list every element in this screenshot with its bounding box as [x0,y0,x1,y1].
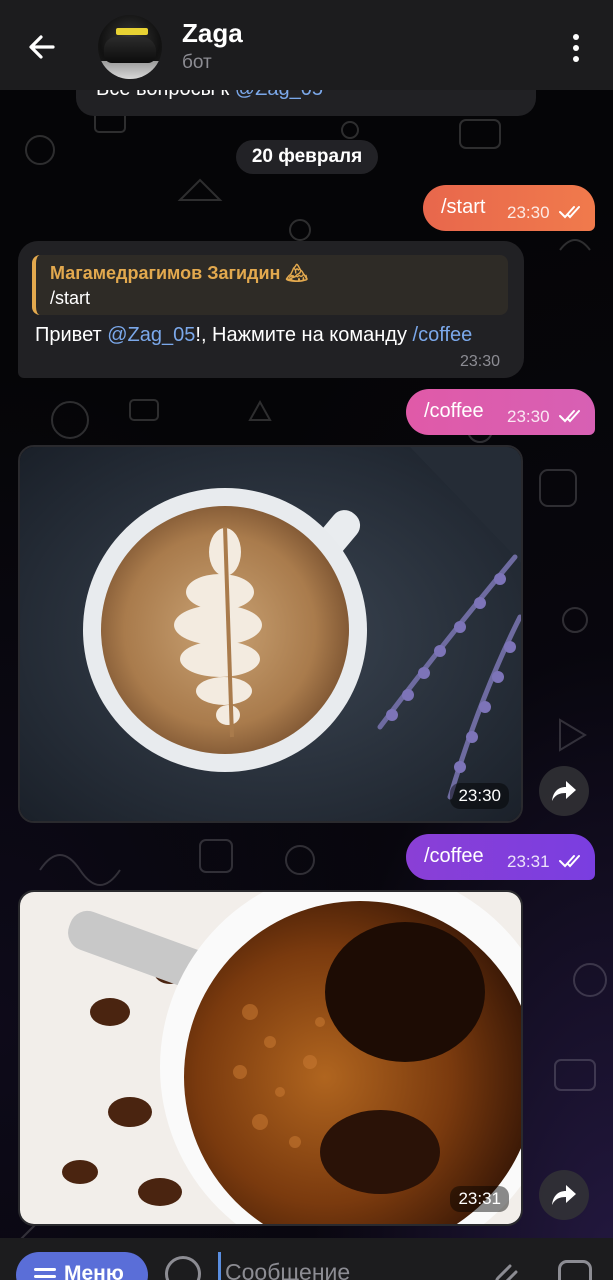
share-arrow-icon [552,1185,576,1205]
more-options-button[interactable] [560,28,592,68]
photo-time: 23:30 [450,783,509,809]
double-check-icon [559,410,580,423]
outgoing-message[interactable]: /coffee 23:31 [406,834,595,880]
bot-menu-button[interactable]: Меню [16,1252,148,1280]
dots-vertical-icon [573,34,579,40]
forward-button[interactable] [539,1170,589,1220]
command-link[interactable]: /coffee [413,324,473,346]
message-time: 23:30 [507,203,550,222]
reply-text: /start [50,288,91,308]
incoming-message[interactable]: Магамедрагимов Загидин 🏔 /start Привет @… [18,241,524,378]
message-text: Привет @Zag_05!, Нажмите на команду /cof… [35,324,473,346]
message-input[interactable] [218,1252,468,1280]
latte-photo [20,447,521,821]
message-text: /coffee [424,845,484,867]
paperclip-icon[interactable] [488,1258,520,1280]
forward-button[interactable] [539,766,589,816]
date-separator: 20 февраля [236,140,378,174]
message-time: 23:30 [460,353,501,370]
chat-subtitle: бот [182,52,212,73]
chat-avatar[interactable] [98,15,162,79]
photo-message[interactable]: 23:31 [18,890,523,1226]
hamburger-icon [34,1268,56,1280]
arrow-left-icon [29,35,55,59]
double-check-icon [559,855,580,868]
message-text: /coffee [424,400,484,422]
outgoing-message[interactable]: /coffee 23:30 [406,389,595,435]
double-check-icon [559,206,580,219]
message-time: 23:31 [507,852,550,871]
share-arrow-icon [552,781,576,801]
chat-title[interactable]: Zaga [182,18,243,49]
black-coffee-photo [20,892,521,1224]
reply-author: Магамедрагимов Загидин 🏔 [50,263,309,283]
mention-link[interactable]: @Zag_05 [107,324,195,346]
message-composer: Меню [0,1238,613,1280]
chat-header: Zaga бот [0,0,613,90]
back-button[interactable] [22,27,62,67]
menu-label: Меню [64,1262,124,1280]
outgoing-message[interactable]: /start 23:30 [423,185,595,231]
emoji-icon[interactable] [165,1256,201,1280]
photo-time: 23:31 [450,1186,509,1212]
message-text: /start [441,196,486,218]
reply-quote[interactable]: Магамедрагимов Загидин 🏔 /start [32,255,508,315]
photo-message[interactable]: 23:30 [18,445,523,823]
message-time: 23:30 [507,407,550,426]
camera-icon[interactable] [558,1260,592,1280]
